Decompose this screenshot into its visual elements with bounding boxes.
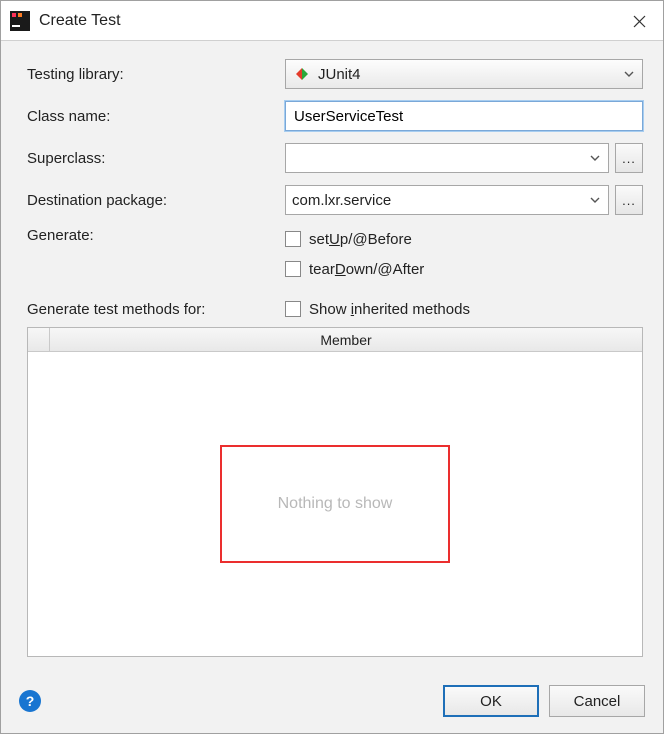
members-member-column[interactable]: Member: [50, 328, 642, 351]
destination-package-label: Destination package:: [27, 192, 285, 209]
intellij-icon: [9, 10, 31, 32]
members-table-header: Member: [28, 328, 642, 352]
superclass-browse-button[interactable]: ...: [615, 143, 643, 173]
testing-library-value: JUnit4: [318, 66, 361, 83]
testing-library-combo[interactable]: JUnit4: [285, 59, 643, 89]
members-table: Member Nothing to show: [27, 327, 643, 657]
window-title: Create Test: [39, 12, 121, 30]
setup-checkbox[interactable]: [285, 231, 301, 247]
junit-icon: [294, 66, 310, 82]
class-name-label: Class name:: [27, 108, 285, 125]
superclass-combo[interactable]: [285, 143, 609, 173]
chevron-down-icon: [590, 197, 600, 203]
dialog-body: Testing library: JUnit4 Clas: [1, 41, 663, 669]
destination-package-combo[interactable]: com.lxr.service: [285, 185, 609, 215]
dialog-footer: ? OK Cancel: [1, 669, 663, 733]
setup-checkbox-row[interactable]: setUp/@Before: [285, 227, 412, 251]
chevron-down-icon: [624, 71, 634, 77]
superclass-label: Superclass:: [27, 150, 285, 167]
destination-package-value: com.lxr.service: [292, 192, 391, 209]
create-test-dialog: Create Test Testing library: JUnit4: [0, 0, 664, 734]
show-inherited-label: Show inherited methods: [309, 301, 470, 318]
generate-methods-label: Generate test methods for:: [27, 301, 285, 318]
teardown-checkbox[interactable]: [285, 261, 301, 277]
show-inherited-row[interactable]: Show inherited methods: [285, 297, 470, 321]
class-name-input[interactable]: [285, 101, 643, 131]
setup-label: setUp/@Before: [309, 231, 412, 248]
teardown-label: tearDown/@After: [309, 261, 424, 278]
show-inherited-checkbox[interactable]: [285, 301, 301, 317]
help-button[interactable]: ?: [19, 690, 41, 712]
members-table-body: Nothing to show: [28, 352, 642, 656]
ok-button[interactable]: OK: [443, 685, 539, 717]
close-icon: [633, 15, 646, 28]
close-button[interactable]: [615, 1, 663, 41]
teardown-checkbox-row[interactable]: tearDown/@After: [285, 257, 424, 281]
chevron-down-icon: [590, 155, 600, 161]
testing-library-label: Testing library:: [27, 66, 285, 83]
destination-package-browse-button[interactable]: ...: [615, 185, 643, 215]
empty-state: Nothing to show: [220, 445, 451, 563]
members-checkbox-column[interactable]: [28, 328, 50, 351]
cancel-button[interactable]: Cancel: [549, 685, 645, 717]
titlebar: Create Test: [1, 1, 663, 41]
generate-label: Generate:: [27, 227, 285, 244]
